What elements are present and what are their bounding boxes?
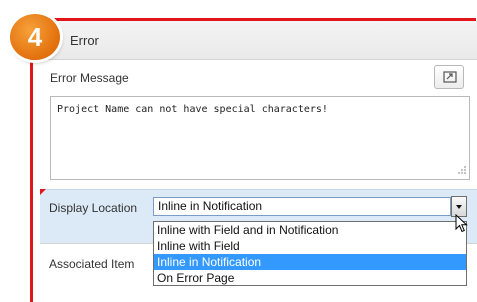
option-inline-notification[interactable]: Inline in Notification	[154, 254, 466, 270]
apex-item-properties: 4 Error Error Message Project Name can n…	[0, 0, 477, 302]
display-location-label: Display Location	[49, 201, 138, 215]
option-error-page[interactable]: On Error Page	[154, 270, 466, 286]
panel-title: Error	[70, 33, 99, 48]
resize-grip-icon[interactable]	[457, 165, 467, 175]
associated-item-label: Associated Item	[49, 257, 135, 271]
step-badge: 4	[10, 14, 60, 60]
display-location-options: Inline with Field and in Notification In…	[153, 221, 467, 286]
chevron-down-icon	[456, 205, 462, 209]
error-message-label: Error Message	[50, 71, 129, 85]
expand-button[interactable]	[434, 65, 464, 89]
expand-icon	[443, 71, 457, 83]
display-location-select[interactable]: Inline in Notification	[153, 197, 451, 216]
mouse-pointer-icon	[455, 214, 468, 233]
option-inline-field[interactable]: Inline with Field	[154, 238, 466, 254]
option-inline-field-and-notification[interactable]: Inline with Field and in Notification	[154, 222, 466, 238]
required-marker	[40, 189, 46, 195]
error-message-textarea[interactable]: Project Name can not have special charac…	[50, 96, 470, 180]
